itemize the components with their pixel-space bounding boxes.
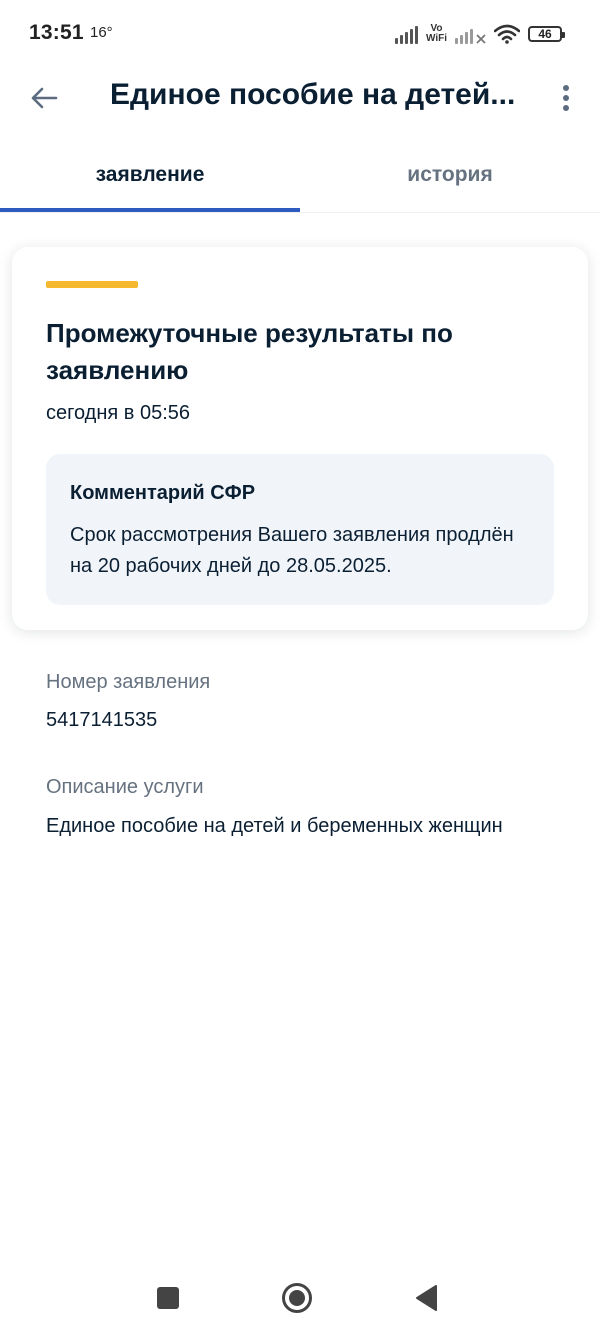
status-icons: Vo WiFi 46 [394, 20, 565, 48]
battery-icon: 46 [528, 26, 565, 42]
vowifi-icon: Vo WiFi [426, 24, 447, 44]
cellular-signal-2-icon [455, 24, 486, 44]
page-title: Единое пособие на детей... [110, 78, 516, 111]
app-bar: Единое пособие на детей... [0, 66, 600, 128]
service-description-label: Описание услуги [46, 776, 204, 798]
tab-history[interactable]: история [300, 140, 600, 212]
status-card: Промежуточные результаты по заявлению се… [12, 247, 588, 630]
status-time: 13:51 [29, 21, 84, 44]
tab-application[interactable]: заявление [0, 140, 300, 212]
system-nav-bar [0, 1262, 600, 1332]
card-accent-bar [46, 281, 138, 288]
cellular-signal-icon [394, 24, 418, 44]
system-back-button[interactable] [406, 1278, 446, 1318]
arrow-left-icon [31, 87, 58, 109]
application-number-label: Номер заявления [46, 671, 211, 693]
tab-bar: заявление история [0, 140, 600, 213]
card-timestamp: сегодня в 05:56 [46, 402, 190, 424]
circle-icon [282, 1283, 312, 1313]
service-description-value: Единое пособие на детей и беременных жен… [46, 815, 503, 837]
application-number-value: 5417141535 [46, 709, 158, 731]
comment-title: Комментарий СФР [70, 482, 256, 504]
vowifi-bottom-label: WiFi [425, 33, 447, 44]
battery-level: 46 [538, 27, 552, 41]
home-button[interactable] [277, 1278, 317, 1318]
square-icon [157, 1287, 179, 1309]
triangle-back-icon [416, 1285, 437, 1311]
card-title: Промежуточные результаты по заявлению [46, 318, 453, 385]
more-menu-button[interactable] [552, 78, 580, 118]
back-button[interactable] [22, 76, 66, 120]
more-vertical-icon [563, 85, 569, 111]
recents-button[interactable] [148, 1278, 188, 1318]
status-bar: 13:51 16° Vo WiFi 46 [0, 0, 600, 66]
wifi-icon [494, 24, 520, 44]
comment-box: Комментарий СФР Срок рассмотрения Вашего… [46, 454, 554, 605]
status-temperature: 16° [90, 24, 113, 41]
comment-text: Срок рассмотрения Вашего заявления продл… [70, 524, 514, 577]
